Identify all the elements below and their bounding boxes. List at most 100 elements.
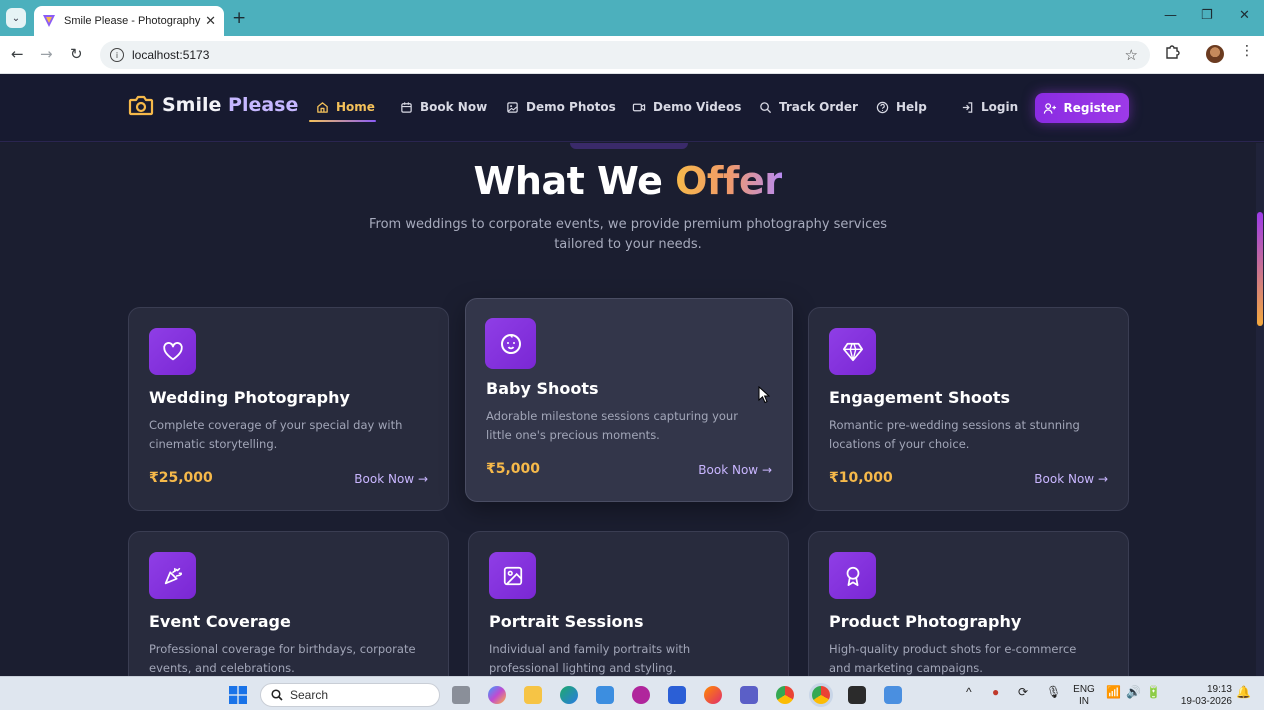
book-now-link[interactable]: Book Now → <box>1034 472 1108 486</box>
service-card-product[interactable]: Product Photography High-quality product… <box>808 531 1129 676</box>
url-text[interactable]: localhost:5173 <box>132 48 209 62</box>
login-icon <box>962 101 973 113</box>
tab-search-menu-icon[interactable]: ⌄ <box>6 8 26 28</box>
nav-demo-videos[interactable]: Demo Videos <box>632 100 741 114</box>
card-title: Portrait Sessions <box>489 612 644 631</box>
firefox-icon[interactable] <box>704 686 722 704</box>
active-nav-underline <box>309 120 376 122</box>
nav-login-label: Login <box>981 100 1019 114</box>
service-card-baby[interactable]: Baby Shoots Adorable milestone sessions … <box>465 298 793 502</box>
card-icon-box <box>485 318 536 369</box>
tray-app-icon[interactable]: ● <box>992 685 999 699</box>
system-clock[interactable]: 19:13 19-03-2026 <box>1172 684 1232 708</box>
service-card-engagement[interactable]: Engagement Shoots Romantic pre-wedding s… <box>808 307 1129 511</box>
wifi-icon[interactable]: 📶 <box>1106 685 1121 699</box>
task-view-icon[interactable] <box>452 686 470 704</box>
volume-icon[interactable]: 🔊 <box>1126 685 1141 699</box>
windows-start-icon[interactable] <box>229 686 247 704</box>
back-arrow-icon[interactable]: ← <box>11 45 24 63</box>
nav-home[interactable]: Home <box>316 100 375 114</box>
mail-icon[interactable] <box>668 686 686 704</box>
new-tab-button[interactable]: + <box>232 9 246 27</box>
register-button[interactable]: Register <box>1035 93 1129 123</box>
card-icon-box <box>149 552 196 599</box>
card-description: Individual and family portraits with pro… <box>489 642 691 675</box>
card-title: Product Photography <box>829 612 1022 631</box>
nav-help[interactable]: Help <box>876 100 927 114</box>
nav-demo-photos-label: Demo Photos <box>526 100 616 114</box>
language-code: ENG <box>1073 684 1095 695</box>
baby-icon <box>500 333 521 354</box>
nav-login[interactable]: Login <box>961 100 1018 114</box>
teams-icon[interactable] <box>740 686 758 704</box>
tray-overflow-icon[interactable]: ^ <box>966 685 972 699</box>
extensions-puzzle-icon[interactable] <box>1164 44 1180 60</box>
camera-icon <box>128 95 154 116</box>
arrow-right-icon: → <box>417 472 428 486</box>
microphone-icon[interactable]: 🎙 <box>1046 685 1061 699</box>
address-bar[interactable]: i localhost:5173 ☆ <box>100 41 1150 69</box>
card-title: Engagement Shoots <box>829 388 1011 407</box>
nav-demo-photos[interactable]: Demo Photos <box>506 100 616 114</box>
notifications-icon[interactable]: 🔔 <box>1236 685 1251 699</box>
taskbar-search-box[interactable]: Search <box>260 683 440 707</box>
card-icon-box <box>489 552 536 599</box>
image-icon <box>507 101 518 113</box>
page-scrollbar-thumb[interactable] <box>1257 212 1263 326</box>
nav-track-order[interactable]: Track Order <box>759 100 858 114</box>
brand-word-2: Please <box>228 94 299 116</box>
image-icon <box>503 566 522 585</box>
close-window-button[interactable]: ✕ <box>1239 8 1250 23</box>
card-price: ₹10,000 <box>829 470 893 486</box>
service-card-wedding[interactable]: Wedding Photography Complete coverage of… <box>128 307 449 511</box>
book-now-label: Book Now <box>354 472 415 486</box>
minimize-button[interactable]: — <box>1164 8 1177 23</box>
forward-arrow-icon[interactable]: → <box>40 45 53 63</box>
brand-logo[interactable]: Smile Please <box>128 94 298 116</box>
taskbar-search-placeholder: Search <box>290 688 329 702</box>
search-icon <box>760 101 772 113</box>
tab-close-icon[interactable]: ✕ <box>205 14 216 29</box>
service-card-portrait[interactable]: Portrait Sessions Individual and family … <box>468 531 789 676</box>
browser-menu-icon[interactable]: ⋮ <box>1240 43 1254 59</box>
language-indicator[interactable]: ENG IN <box>1070 684 1098 708</box>
chrome-icon[interactable] <box>776 686 794 704</box>
site-navbar: Smile Please Home Book Now Demo Photos D… <box>0 74 1264 142</box>
card-description: Complete coverage of your special day wi… <box>149 418 403 451</box>
nav-book-now[interactable]: Book Now <box>400 100 487 114</box>
copilot-icon[interactable] <box>488 686 506 704</box>
heart-icon <box>162 341 183 360</box>
bookmark-star-icon[interactable]: ☆ <box>1125 46 1138 64</box>
card-title: Baby Shoots <box>486 379 599 398</box>
card-title: Wedding Photography <box>149 388 350 407</box>
battery-icon[interactable]: 🔋 <box>1146 685 1161 699</box>
terminal-icon[interactable] <box>848 686 866 704</box>
book-now-label: Book Now <box>698 463 759 477</box>
home-icon <box>317 101 328 113</box>
file-explorer-icon[interactable] <box>524 686 542 704</box>
chrome-active-icon[interactable] <box>812 686 830 704</box>
browser-tab[interactable]: Smile Please - Photography Services ✕ <box>34 6 224 36</box>
reload-icon[interactable]: ↻ <box>70 45 83 63</box>
maximize-button[interactable]: ❐ <box>1201 8 1213 23</box>
book-now-link[interactable]: Book Now → <box>698 463 772 477</box>
award-icon <box>846 566 859 586</box>
card-price: ₹5,000 <box>486 461 541 477</box>
section-subtitle: From weddings to corporate events, we pr… <box>369 217 887 252</box>
app-w-icon[interactable] <box>632 686 650 704</box>
site-info-icon[interactable]: i <box>110 48 124 62</box>
book-now-label: Book Now <box>1034 472 1095 486</box>
region-code: IN <box>1079 696 1089 707</box>
camera-app-icon[interactable] <box>884 686 902 704</box>
vite-favicon-icon <box>43 15 55 27</box>
profile-avatar[interactable] <box>1206 45 1224 63</box>
card-icon-box <box>829 328 876 375</box>
edge-browser-icon[interactable] <box>560 686 578 704</box>
book-now-link[interactable]: Book Now → <box>354 472 428 486</box>
service-card-event[interactable]: Event Coverage Professional coverage for… <box>128 531 449 676</box>
mouse-cursor-icon <box>758 386 770 404</box>
section-title-accent: Offer <box>675 159 783 203</box>
section-title: What We Offer <box>0 159 1256 203</box>
microsoft-store-icon[interactable] <box>596 686 614 704</box>
tray-sync-icon[interactable]: ⟳ <box>1018 685 1028 699</box>
